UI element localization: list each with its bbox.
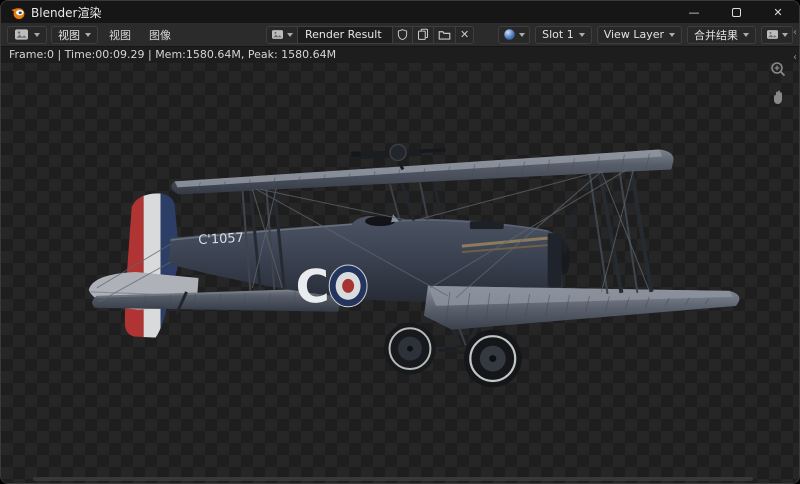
chevron-down-icon — [34, 33, 40, 37]
image-editor-header: 视图 视图 图像 Render Result — [1, 23, 799, 47]
roundel-letter-marking: C — [295, 259, 331, 314]
roundel — [329, 265, 367, 307]
open-image-button[interactable] — [433, 26, 456, 44]
editor-mode-label: 视图 — [58, 27, 80, 43]
chevron-down-icon — [782, 33, 788, 37]
chevron-down-icon — [669, 33, 675, 37]
radiator — [548, 233, 562, 287]
cockpit — [365, 216, 395, 226]
image-name-field[interactable]: Render Result — [297, 26, 393, 44]
chevron-down-icon — [519, 33, 525, 37]
close-icon: ✕ — [460, 29, 469, 40]
minimize-button[interactable]: — — [673, 1, 715, 23]
chevron-down-icon — [287, 33, 293, 37]
render-pass-select[interactable]: 合并结果 — [687, 26, 756, 44]
shield-icon — [397, 28, 408, 41]
editor-type-button[interactable] — [7, 26, 47, 44]
pan-gizmo[interactable] — [768, 87, 788, 107]
chevron-down-icon — [85, 33, 91, 37]
rendered-biplane-image: C'1057 C — [1, 47, 799, 483]
titlebar[interactable]: Blender渲染 — ✕ — [1, 1, 799, 23]
render-sphere-icon — [503, 28, 516, 41]
browse-image-button[interactable] — [266, 26, 298, 44]
render-view-dropdown[interactable] — [498, 26, 530, 44]
fake-user-button[interactable] — [392, 26, 413, 44]
minimize-icon: — — [689, 6, 700, 19]
region-collapse-arrow[interactable]: ‹ — [793, 53, 797, 63]
region-collapse-arrow[interactable]: ‹ — [793, 28, 797, 38]
close-button[interactable]: ✕ — [757, 1, 799, 23]
menu-image[interactable]: 图像 — [142, 27, 178, 43]
view-layer-select[interactable]: View Layer — [597, 26, 682, 44]
chevron-down-icon — [743, 33, 749, 37]
unlink-image-button[interactable]: ✕ — [455, 26, 474, 44]
window-title: Blender渲染 — [31, 4, 102, 21]
menu-view[interactable]: 视图 — [102, 27, 138, 43]
blender-logo-icon — [10, 5, 25, 20]
render-slot-select[interactable]: Slot 1 — [535, 26, 592, 44]
image-editor-icon — [14, 28, 29, 41]
close-icon: ✕ — [773, 6, 782, 19]
display-settings-button[interactable] — [761, 26, 793, 44]
image-icon — [271, 29, 284, 40]
editor-mode-select[interactable]: 视图 — [51, 26, 98, 44]
image-datablock: Render Result ✕ — [266, 26, 474, 44]
wheel-far — [384, 323, 436, 375]
chevron-down-icon — [579, 33, 585, 37]
render-pass-label: 合并结果 — [694, 27, 738, 43]
tail-rudder — [123, 190, 180, 339]
folder-icon — [438, 29, 451, 41]
render-viewport[interactable]: Frame:0 | Time:00:09.29 | Mem:1580.64M, … — [1, 47, 799, 483]
horizontal-scrollbar[interactable] — [33, 477, 753, 481]
magnifier-plus-icon — [770, 61, 787, 78]
new-image-button[interactable] — [412, 26, 434, 44]
render-slot-label: Slot 1 — [542, 28, 574, 41]
zoom-gizmo[interactable] — [768, 59, 788, 79]
maximize-button[interactable] — [715, 1, 757, 23]
hand-icon — [771, 89, 785, 105]
copy-pages-icon — [417, 28, 429, 41]
maximize-icon — [732, 8, 741, 17]
image-display-icon — [766, 29, 779, 40]
wheel-near — [464, 330, 522, 388]
image-name: Render Result — [305, 28, 382, 41]
view-layer-label: View Layer — [604, 28, 664, 41]
blender-window: Blender渲染 — ✕ 视图 视图 图像 — [0, 0, 800, 484]
header-right-cluster: Slot 1 View Layer 合并结果 — [498, 26, 793, 44]
serial-number-marking: C'1057 — [198, 231, 244, 248]
